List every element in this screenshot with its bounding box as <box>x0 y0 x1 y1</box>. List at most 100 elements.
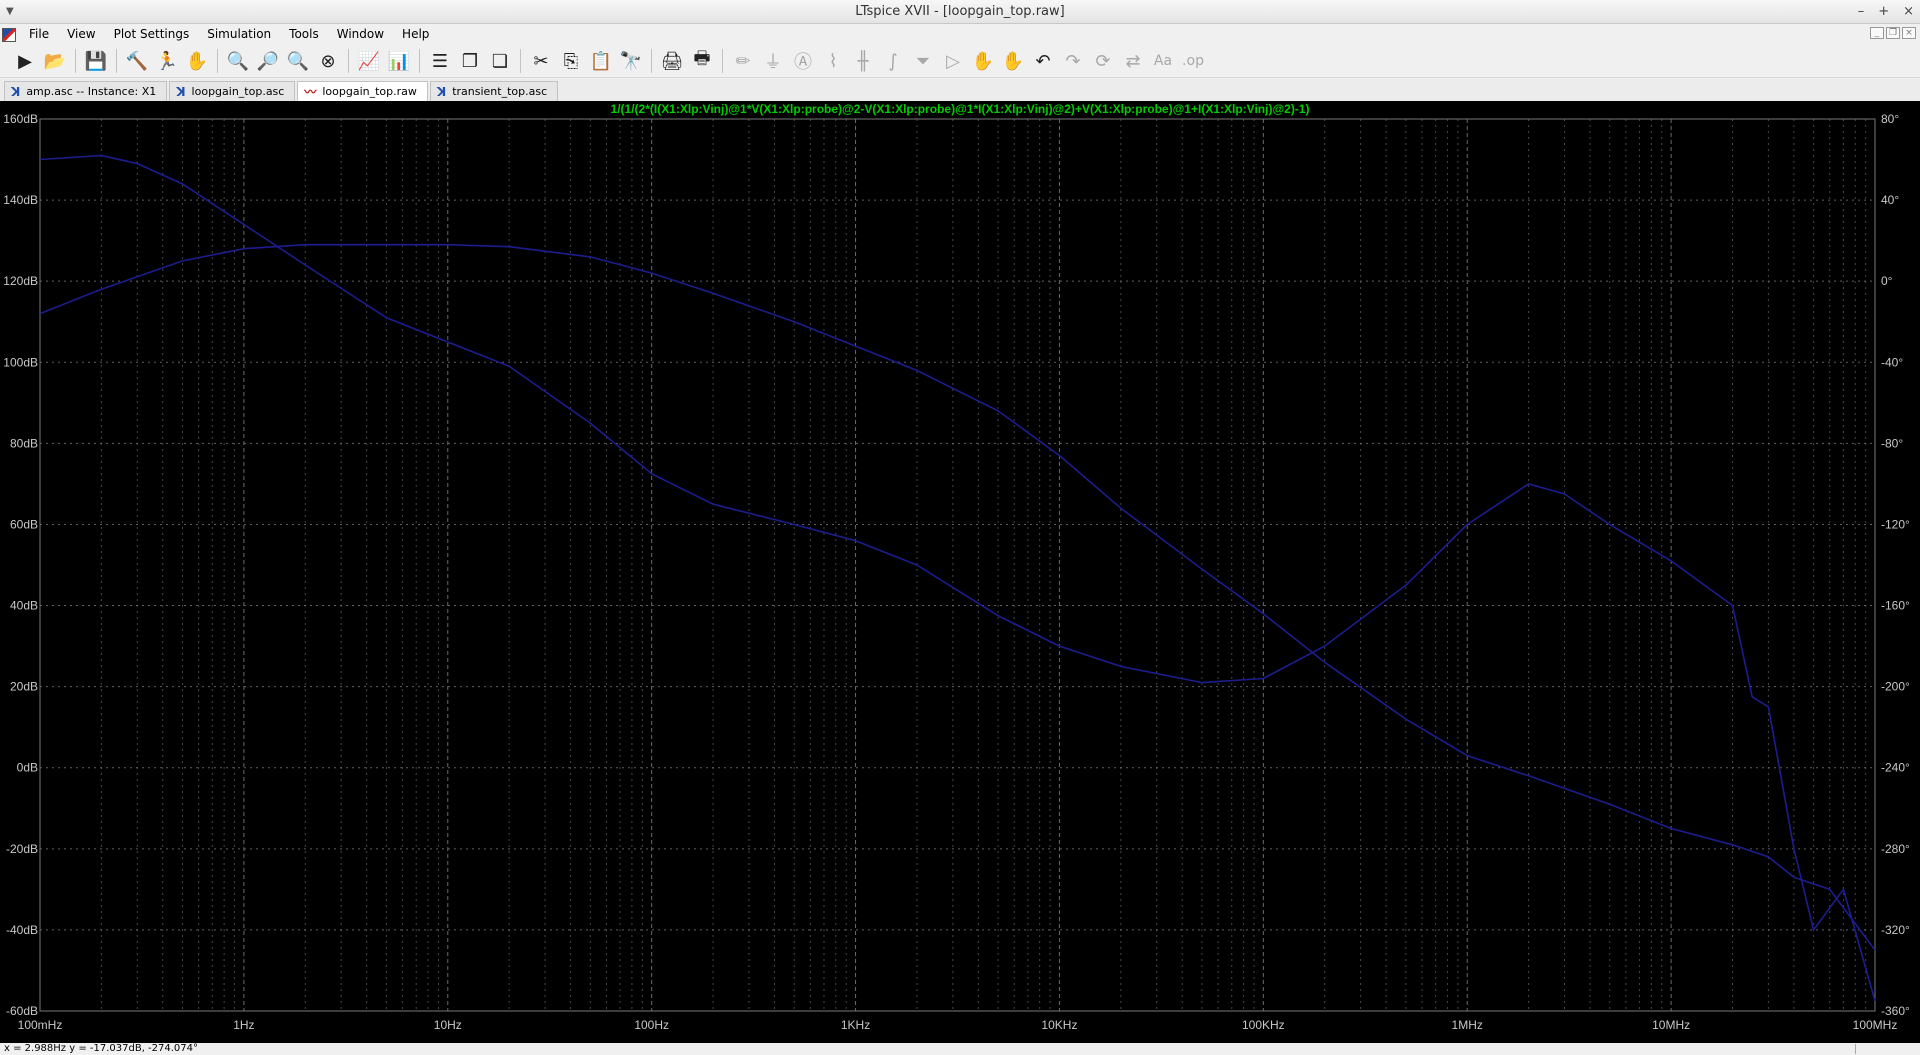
zoom-out-icon[interactable]: 🔍 <box>283 47 313 75</box>
menu-bar: File View Plot Settings Simulation Tools… <box>0 24 1920 45</box>
tab-transient-asc[interactable]: ꓘ transient_top.asc <box>429 81 559 101</box>
zoom-area-icon[interactable]: 🔎 <box>253 47 283 75</box>
y-right-tick-label: -160° <box>1881 599 1910 613</box>
x-tick-label: 100KHz <box>1242 1018 1285 1032</box>
toolbar-separator <box>217 49 218 73</box>
wire-icon: ✏ <box>735 50 751 72</box>
find-icon[interactable]: 🔭 <box>616 47 646 75</box>
minimize-button[interactable]: – <box>1858 0 1865 24</box>
menu-simulation[interactable]: Simulation <box>198 24 280 45</box>
menu-tools[interactable]: Tools <box>280 24 328 45</box>
spice-directive-icon: .op <box>1182 53 1204 69</box>
y-left-tick-label: -40dB <box>6 923 38 937</box>
open-folder-icon[interactable]: 📂 <box>40 47 70 75</box>
y-left-tick-label: 60dB <box>10 517 38 531</box>
x-tick-label: 10Hz <box>434 1018 462 1032</box>
diode-icon: ⏷ <box>915 50 931 72</box>
tab-loopgain-asc[interactable]: ꓘ loopgain_top.asc <box>169 81 296 101</box>
pan-hand-icon[interactable]: ✋ <box>182 47 212 75</box>
save-icon[interactable]: 💾 <box>81 47 111 75</box>
bode-plot[interactable]: 100mHz 1Hz 10Hz 100Hz 1KHz 10KHz 100KHz 1MHz 10M… <box>0 101 1920 1043</box>
window-controls: – + × <box>1858 0 1914 24</box>
rotate-icon: ⟳ <box>1095 50 1111 72</box>
y-right-tick-label: -360° <box>1881 1004 1910 1018</box>
control-panel-icon[interactable]: 🔨 <box>122 47 152 75</box>
grid-icon[interactable]: 📊 <box>384 47 414 75</box>
y-right-tick-label: -120° <box>1881 517 1910 531</box>
schematic-icon: ꓘ <box>436 84 447 99</box>
tab-label: amp.asc -- Instance: X1 <box>26 85 157 98</box>
mdi-close-button[interactable]: × <box>1902 27 1916 39</box>
toolbar-separator <box>722 49 723 73</box>
paste-icon[interactable]: 📋 <box>586 47 616 75</box>
cut-icon[interactable]: ✂ <box>526 47 556 75</box>
trace-expression-label[interactable]: 1/(1/(2*(I(X1:Xlp:Vinj)@1*V(X1:Xlp:probe… <box>611 102 1310 116</box>
mirror-icon: ⇄ <box>1125 50 1141 72</box>
x-tick-label: 100mHz <box>18 1018 63 1032</box>
toolbar-separator <box>75 49 76 73</box>
text-icon: Aa <box>1153 53 1173 69</box>
x-tick-label: 100MHz <box>1853 1018 1898 1032</box>
print-setup-icon[interactable]: 🖶 <box>687 47 717 75</box>
waveform-plot-pane[interactable]: 100mHz 1Hz 10Hz 100Hz 1KHz 10KHz 100KHz 1MHz 10M… <box>0 101 1920 1043</box>
toolbar-separator <box>520 49 521 73</box>
close-button[interactable]: × <box>1903 0 1914 24</box>
toolbar-separator <box>348 49 349 73</box>
zoom-fit-icon[interactable]: ⊗ <box>313 47 343 75</box>
menu-window[interactable]: Window <box>328 24 393 45</box>
component-icon: ▷ <box>946 50 960 72</box>
y-left-tick-label: 20dB <box>10 680 38 694</box>
mdi-restore-button[interactable]: ❐ <box>1886 27 1900 39</box>
run-icon[interactable]: ▶ <box>10 47 40 75</box>
y-left-tick-label: 40dB <box>10 599 38 613</box>
y-right-tick-label: -200° <box>1881 680 1910 694</box>
tab-label: loopgain_top.asc <box>191 85 285 98</box>
cursor-readout: x = 2.988Hz y = -17.037dB, -274.074° <box>4 1043 199 1054</box>
status-divider <box>1855 1044 1856 1054</box>
tile-horizontal-icon[interactable]: ☰ <box>425 47 455 75</box>
toolbar: ▶ 📂 💾 🔨 🏃 ✋ 🔍 🔎 🔍 ⊗ 📈 📊 ☰ ❐ ❏ ✂ ⎘ 📋 🔭 🖨 🖶 ✏ ⏚ Ⓐ ⌇ ╫ ∫ ⏷ ▷ ✋ ✋ ↶ ↷ ⟳ ⇄ Aa .op <box>0 45 1920 78</box>
y-left-tick-label: -60dB <box>6 1004 38 1018</box>
y-right-tick-label: -320° <box>1881 923 1910 937</box>
drag-icon: ✋ <box>1001 50 1025 72</box>
menu-help[interactable]: Help <box>393 24 438 45</box>
cascade-icon[interactable]: ❐ <box>455 47 485 75</box>
x-tick-label: 10KHz <box>1041 1018 1077 1032</box>
toolbar-separator <box>651 49 652 73</box>
y-left-tick-label: -20dB <box>6 842 38 856</box>
tile-vertical-icon[interactable]: ❏ <box>485 47 515 75</box>
inductor-icon: ∫ <box>888 50 898 72</box>
schematic-icon: ꓘ <box>11 84 21 99</box>
resistor-icon: ⌇ <box>828 50 838 72</box>
mdi-controls: _ ❐ × <box>1870 27 1916 39</box>
menu-file[interactable]: File <box>20 24 58 45</box>
undo-icon[interactable]: ↶ <box>1028 47 1058 75</box>
mdi-minimize-button[interactable]: _ <box>1870 27 1884 39</box>
tab-loopgain-raw[interactable]: 〰 loopgain_top.raw <box>297 81 428 101</box>
halt-icon[interactable]: 🏃 <box>152 47 182 75</box>
window-menu-icon[interactable]: ▼ <box>6 0 14 24</box>
redo-icon: ↷ <box>1065 50 1081 72</box>
y-right-tick-label: 0° <box>1881 274 1893 288</box>
menu-view[interactable]: View <box>58 24 104 45</box>
tab-amp-instance[interactable]: ꓘ amp.asc -- Instance: X1 <box>4 81 168 101</box>
status-bar: x = 2.988Hz y = -17.037dB, -274.074° <box>0 1043 1920 1055</box>
y-left-tick-label: 120dB <box>3 274 38 288</box>
window-title: LTspice XVII - [loopgain_top.raw] <box>855 4 1065 19</box>
plot-frame <box>39 118 1876 1012</box>
title-bar: ▼ LTspice XVII - [loopgain_top.raw] – + … <box>0 0 1920 24</box>
app-icon <box>2 27 16 42</box>
x-tick-label: 100Hz <box>634 1018 669 1032</box>
y-left-tick-label: 80dB <box>10 436 38 450</box>
autorange-icon[interactable]: 📈 <box>354 47 384 75</box>
copy-icon[interactable]: ⎘ <box>556 47 586 75</box>
maximize-button[interactable]: + <box>1878 0 1889 24</box>
y-right-tick-label: -280° <box>1881 842 1910 856</box>
toolbar-separator <box>116 49 117 73</box>
zoom-in-icon[interactable]: 🔍 <box>223 47 253 75</box>
move-icon: ✋ <box>971 50 995 72</box>
x-tick-label: 1KHz <box>841 1018 870 1032</box>
menu-plot-settings[interactable]: Plot Settings <box>105 24 199 45</box>
print-icon[interactable]: 🖨 <box>657 47 687 75</box>
ground-icon: ⏚ <box>764 52 782 73</box>
